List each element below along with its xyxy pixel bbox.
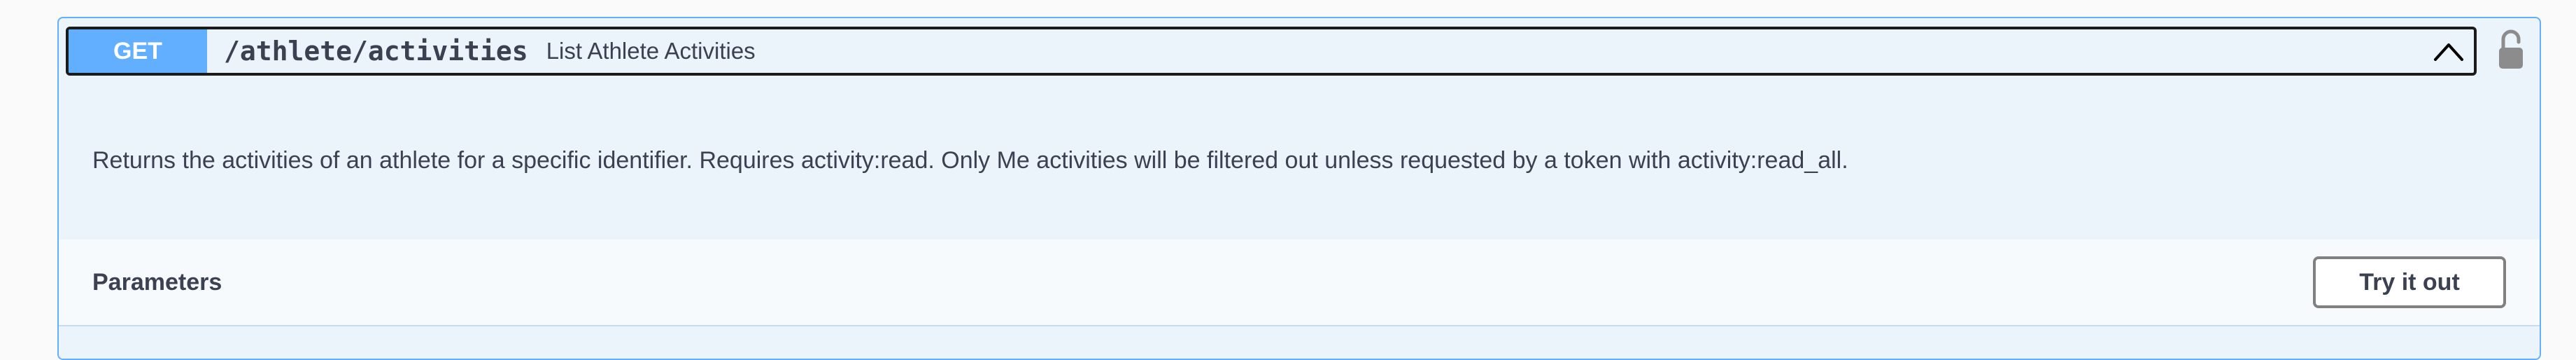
try-it-out-button[interactable]: Try it out [2313,256,2506,308]
parameters-title: Parameters [92,269,222,296]
chevron-up-icon[interactable] [2433,41,2464,62]
operation-description: Returns the activities of an athlete for… [92,147,1848,174]
parameters-body [59,326,2540,359]
operation-summary: List Athlete Activities [546,38,756,64]
http-method-badge: GET [69,29,207,73]
unlocked-padlock-icon[interactable] [2498,28,2524,71]
endpoint-path: /athlete/activities [224,36,528,67]
operation-block-get-athlete-activities: GET /athlete/activities List Athlete Act… [57,17,2541,360]
operation-summary-bar[interactable]: GET /athlete/activities List Athlete Act… [66,27,2477,76]
operation-description-section: Returns the activities of an athlete for… [59,77,2540,240]
parameters-header: Parameters Try it out [59,240,2540,326]
